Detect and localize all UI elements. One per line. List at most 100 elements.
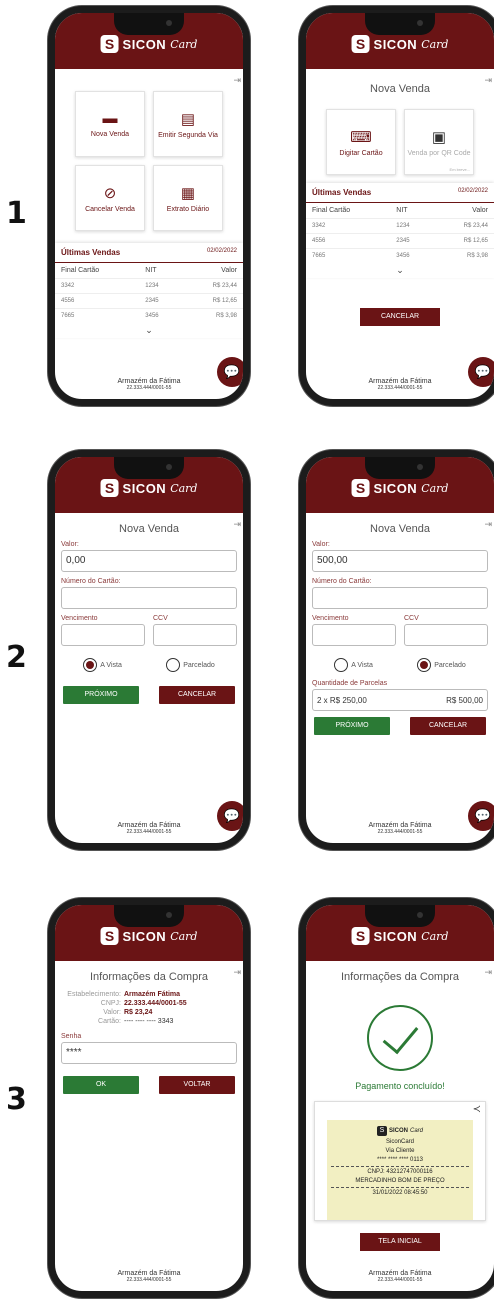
radio-avista[interactable]: A Vista [334, 658, 373, 672]
digitar-cartao-button[interactable]: ⌨ Digitar Cartão [326, 109, 396, 175]
cell: 1234 [390, 218, 433, 234]
page-title: Nova Venda [119, 523, 179, 535]
confirm-actions: OK VOLTAR [55, 1064, 243, 1100]
radio-parcelado[interactable]: Parcelado [417, 658, 466, 672]
receipt-divider [331, 1166, 469, 1167]
exit-icon[interactable]: ⇥ [484, 967, 492, 978]
ccv-input[interactable] [153, 624, 237, 646]
ccv-input[interactable] [404, 624, 488, 646]
logo-mark: S [100, 479, 119, 497]
sales-header: Últimas Vendas 02/02/2022 [306, 183, 494, 203]
col-nit: NIT [396, 207, 408, 214]
receipt-card: ≺ S SICON Card SiconCard Via Cliente **** … [314, 1101, 486, 1221]
receipt-slip: S SICON Card SiconCard Via Cliente **** **… [327, 1120, 473, 1220]
logo-name: SICON [373, 36, 418, 52]
valor-label: Valor: [61, 541, 79, 548]
cnpj-key: CNPJ: [100, 1000, 121, 1007]
next-button[interactable]: PRÓXIMO [314, 717, 390, 735]
exit-icon[interactable]: ⇥ [233, 967, 241, 978]
logo-script: Card [421, 481, 449, 495]
radio-dot [83, 658, 98, 672]
cancelar-venda-button[interactable]: ⊘ Cancelar Venda [75, 165, 145, 231]
chat-icon[interactable]: 💬 [468, 801, 494, 831]
receipt-line: Via Cliente [385, 1148, 415, 1154]
brand-logo: S SICON Card [351, 927, 449, 945]
logo-script: Card [421, 929, 449, 943]
back-button[interactable]: VOLTAR [159, 1076, 235, 1094]
radio-parcelado[interactable]: Parcelado [166, 658, 215, 672]
step-number-2: 2 [6, 640, 27, 675]
nova-venda-button[interactable]: ▬ Nova Venda [75, 91, 145, 157]
footer-cnpj: 22.333.444/0001-55 [126, 385, 172, 391]
receipt-logo: S SICON Card [327, 1126, 473, 1136]
phone-notch [114, 13, 184, 35]
exit-icon[interactable]: ⇥ [233, 75, 241, 86]
radio-avista[interactable]: A Vista [83, 658, 122, 672]
digitar-label: Digitar Cartão [339, 149, 383, 157]
cancel-button[interactable]: CANCELAR [410, 717, 486, 735]
radio-dot [166, 658, 181, 672]
logo-name: SICON [122, 36, 167, 52]
cell: 7665 [55, 308, 140, 323]
footer-store: Armazém da Fátima [368, 378, 432, 385]
valor-input[interactable]: 500,00 [312, 550, 488, 572]
nova-venda-label: Nova Venda [90, 131, 130, 138]
cash-register-icon: ▦ [180, 184, 196, 202]
receipt-icon: ▤ [180, 110, 196, 128]
home-button[interactable]: TELA INICIAL [360, 1233, 440, 1251]
next-button[interactable]: PRÓXIMO [63, 686, 139, 704]
chevron-down-icon[interactable]: ⌄ [55, 323, 243, 338]
vencimento-input[interactable] [61, 624, 145, 646]
phone-notch [114, 905, 184, 927]
password-input[interactable]: **** [61, 1042, 237, 1064]
share-icon[interactable]: ≺ [473, 1104, 481, 1115]
cancel-button[interactable]: CANCELAR [360, 308, 440, 326]
cancel-money-icon: ⊘ [103, 184, 117, 202]
expiry-ccv-row: Vencimento CCV [306, 609, 494, 646]
table-row: 3342 1234 R$ 23,44 [55, 278, 243, 294]
chat-icon[interactable]: 💬 [217, 801, 243, 831]
chat-icon[interactable]: 💬 [468, 357, 494, 387]
cell: R$ 23,44 [181, 278, 243, 294]
brand-logo: S SICON Card [100, 35, 197, 53]
receipt-line: **** **** **** 0113 [377, 1157, 423, 1163]
sales-title: Últimas Vendas [312, 188, 372, 197]
exit-icon[interactable]: ⇥ [484, 519, 492, 530]
receipt-line: CNPJ: 43212747000116 [367, 1169, 433, 1175]
form-actions: PRÓXIMO CANCELAR [306, 711, 494, 741]
phone-form-empty: S SICON Card ⇥ Nova Venda Valor: 0,00 Núme… [48, 450, 250, 850]
phone-success: S SICON Card ⇥ Informações da Compra Pagam… [299, 898, 494, 1298]
phone-notch [365, 905, 435, 927]
emitir-segunda-via-button[interactable]: ▤ Emitir Segunda Via [153, 91, 223, 157]
cnpj-value: 22.333.444/0001-55 [124, 1000, 187, 1007]
parcelado-label: Parcelado [183, 661, 215, 669]
footer: Armazém da Fátima 22.333.444/0001-55 [306, 1270, 494, 1283]
logo-name: SICON [373, 480, 418, 496]
footer-store: Armazém da Fátima [117, 822, 181, 829]
extrato-diario-button[interactable]: ▦ Extrato Diário [153, 165, 223, 231]
cancel-button[interactable]: CANCELAR [159, 686, 235, 704]
chat-icon[interactable]: 💬 [217, 357, 243, 387]
credit-card-icon: ▬ [102, 110, 118, 127]
card-number-input[interactable] [312, 587, 488, 609]
cell: 1234 [139, 278, 182, 294]
exit-icon[interactable]: ⇥ [484, 75, 492, 86]
table-row: 3342 1234 R$ 23,44 [306, 218, 494, 234]
vencimento-input[interactable] [312, 624, 396, 646]
valor-input[interactable]: 0,00 [61, 550, 237, 572]
payment-type-radios: A Vista Parcelado [55, 646, 243, 680]
ok-button[interactable]: OK [63, 1076, 139, 1094]
cell: 3342 [306, 218, 391, 234]
col-final: Final Cartão [61, 267, 100, 274]
chevron-down-icon[interactable]: ⌄ [306, 263, 494, 278]
parcelas-select[interactable]: 2 x R$ 250,00 R$ 500,00 [312, 689, 488, 711]
exit-icon[interactable]: ⇥ [233, 519, 241, 530]
sales-date: 02/02/2022 [457, 188, 488, 194]
footer-cnpj: 22.333.444/0001-55 [377, 385, 423, 391]
cartao-key: Cartão: [98, 1018, 121, 1025]
brand-logo: S SICON Card [100, 479, 197, 497]
qr-label: Venda por QR Code [407, 149, 471, 157]
vencimento-label: Vencimento [61, 615, 98, 622]
card-number-input[interactable] [61, 587, 237, 609]
receipt-divider [331, 1187, 469, 1188]
